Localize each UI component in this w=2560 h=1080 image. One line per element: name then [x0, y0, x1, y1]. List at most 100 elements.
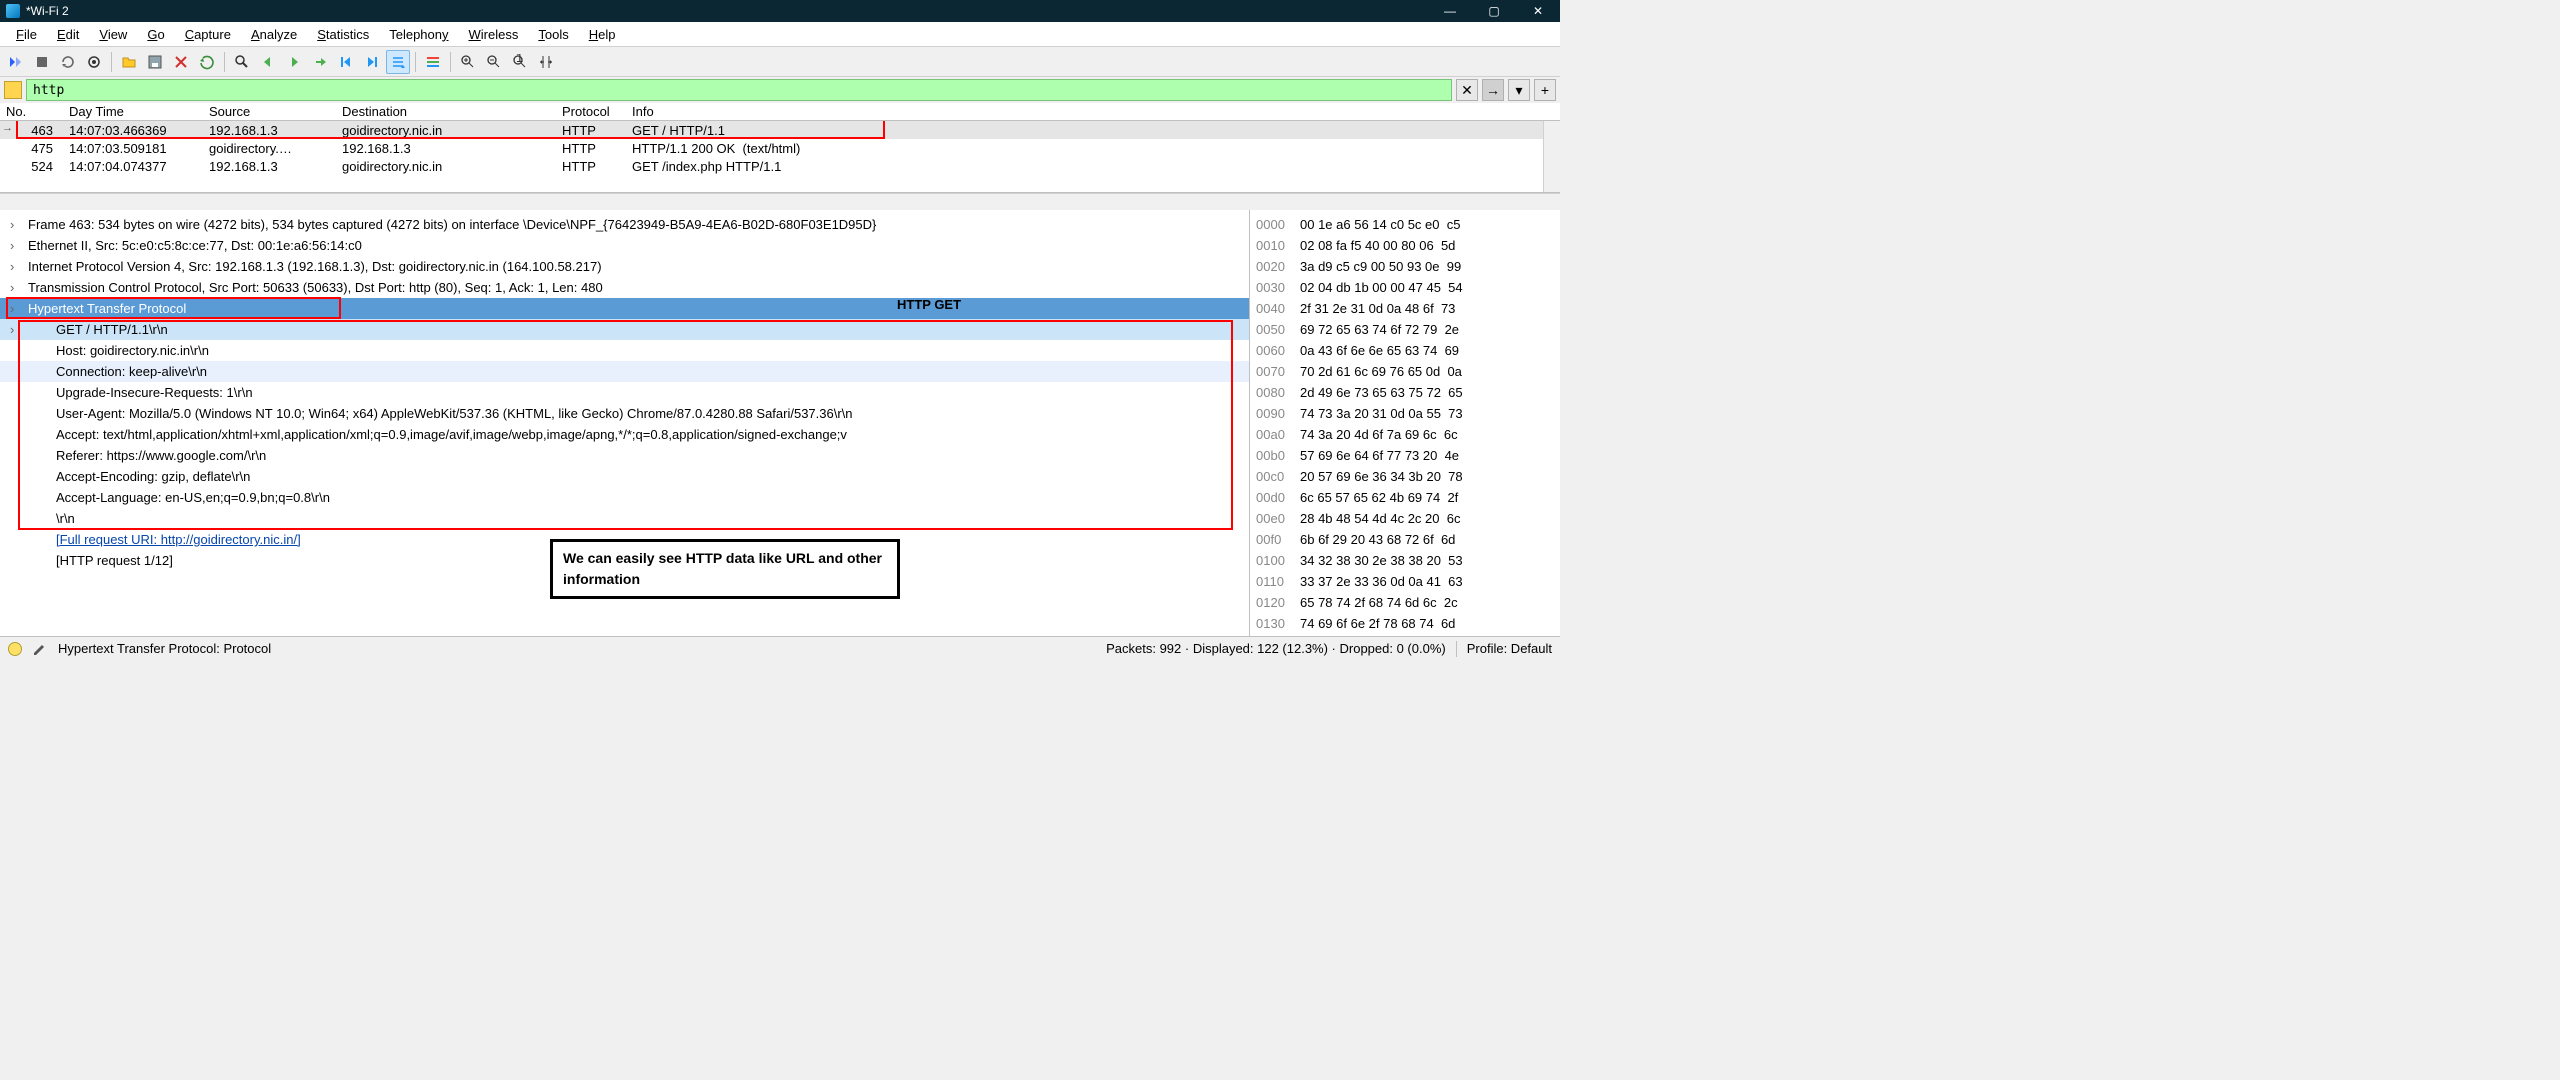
packet-list[interactable]: → 463 14:07:03.466369 192.168.1.3 goidir…	[0, 121, 1560, 193]
go-last-button[interactable]	[360, 50, 384, 74]
minimize-button[interactable]: —	[1428, 0, 1472, 22]
packet-bytes-pane[interactable]: 000000 1e a6 56 14 c0 5c e0 c5001002 08 …	[1250, 210, 1560, 636]
details-ethernet[interactable]: Ethernet II, Src: 5c:e0:c5:8c:ce:77, Dst…	[0, 235, 1249, 256]
details-http-line[interactable]: Upgrade-Insecure-Requests: 1\r\n	[0, 382, 1249, 403]
details-ip[interactable]: Internet Protocol Version 4, Src: 192.16…	[0, 256, 1249, 277]
maximize-button[interactable]: ▢	[1472, 0, 1516, 22]
menu-capture[interactable]: Capture	[175, 22, 241, 46]
hex-row[interactable]: 011033 37 2e 33 36 0d 0a 41 63	[1256, 571, 1554, 592]
reload-button[interactable]	[195, 50, 219, 74]
details-http-line[interactable]: Connection: keep-alive\r\n	[0, 361, 1249, 382]
packet-row[interactable]: 475 14:07:03.509181 goidirectory.… 192.1…	[0, 139, 1560, 157]
menu-view[interactable]: View	[89, 22, 137, 46]
toolbar: 1	[0, 47, 1560, 77]
menu-help[interactable]: Help	[579, 22, 626, 46]
details-tcp[interactable]: Transmission Control Protocol, Src Port:…	[0, 277, 1249, 298]
resize-columns-button[interactable]	[534, 50, 558, 74]
save-file-button[interactable]	[143, 50, 167, 74]
hex-row[interactable]: 013074 69 6f 6e 2f 78 68 74 6d	[1256, 613, 1554, 634]
hex-row[interactable]: 005069 72 65 63 74 6f 72 79 2e	[1256, 319, 1554, 340]
auto-scroll-button[interactable]	[386, 50, 410, 74]
details-http-get[interactable]: GET / HTTP/1.1\r\n	[0, 319, 1249, 340]
details-http-header[interactable]: Hypertext Transfer Protocol	[0, 298, 1249, 319]
packet-details-pane[interactable]: Frame 463: 534 bytes on wire (4272 bits)…	[0, 210, 1250, 636]
find-button[interactable]	[230, 50, 254, 74]
hex-row[interactable]: 00e028 4b 48 54 4d 4c 2c 20 6c	[1256, 508, 1554, 529]
start-capture-button[interactable]	[4, 50, 28, 74]
add-filter-button[interactable]: +	[1534, 79, 1556, 101]
expert-info-icon[interactable]	[8, 642, 22, 656]
packet-list-header[interactable]: No. Day Time Source Destination Protocol…	[0, 103, 1560, 121]
menu-go[interactable]: Go	[137, 22, 174, 46]
menu-statistics[interactable]: Statistics	[307, 22, 379, 46]
hex-row[interactable]: 010034 32 38 30 2e 38 38 20 53	[1256, 550, 1554, 571]
menu-analyze[interactable]: Analyze	[241, 22, 307, 46]
go-forward-button[interactable]	[282, 50, 306, 74]
filter-bar: ✕ → ▾ +	[0, 77, 1560, 103]
menu-tools[interactable]: Tools	[528, 22, 578, 46]
go-to-packet-button[interactable]	[308, 50, 332, 74]
menu-wireless[interactable]: Wireless	[459, 22, 529, 46]
details-http-line[interactable]: Accept-Language: en-US,en;q=0.9,bn;q=0.8…	[0, 487, 1249, 508]
hex-row[interactable]: 000000 1e a6 56 14 c0 5c e0 c5	[1256, 214, 1554, 235]
hex-row[interactable]: 00d06c 65 57 65 62 4b 69 74 2f	[1256, 487, 1554, 508]
colorize-button[interactable]	[421, 50, 445, 74]
details-http-line[interactable]: Referer: https://www.google.com/\r\n	[0, 445, 1249, 466]
hex-row[interactable]: 007070 2d 61 6c 69 76 65 0d 0a	[1256, 361, 1554, 382]
hex-row[interactable]: 009074 73 3a 20 31 0d 0a 55 73	[1256, 403, 1554, 424]
menu-telephony[interactable]: Telephony	[379, 22, 458, 46]
filter-history-button[interactable]: ▾	[1508, 79, 1530, 101]
restart-capture-button[interactable]	[56, 50, 80, 74]
hex-row[interactable]: 00f06b 6f 29 20 43 68 72 6f 6d	[1256, 529, 1554, 550]
hex-row[interactable]: 00a074 3a 20 4d 6f 7a 69 6c 6c	[1256, 424, 1554, 445]
packet-list-container: No. Day Time Source Destination Protocol…	[0, 103, 1560, 210]
status-profile-text[interactable]: Profile: Default	[1467, 641, 1552, 656]
hex-row[interactable]: 00c020 57 69 6e 36 34 3b 20 78	[1256, 466, 1554, 487]
hex-row[interactable]: 00600a 43 6f 6e 6e 65 63 74 69	[1256, 340, 1554, 361]
hex-row[interactable]: 00402f 31 2e 31 0d 0a 48 6f 73	[1256, 298, 1554, 319]
edit-icon[interactable]	[32, 641, 48, 657]
filter-bookmark-icon[interactable]	[4, 81, 22, 99]
zoom-reset-button[interactable]: 1	[508, 50, 532, 74]
menu-file[interactable]: File	[6, 22, 47, 46]
hex-row[interactable]: 001002 08 fa f5 40 00 80 06 5d	[1256, 235, 1554, 256]
hex-row[interactable]: 00802d 49 6e 73 65 63 75 72 65	[1256, 382, 1554, 403]
hex-row[interactable]: 014070 70 6c 69 63 61 74 69 6f	[1256, 634, 1554, 636]
column-time[interactable]: Day Time	[63, 104, 203, 119]
close-file-button[interactable]	[169, 50, 193, 74]
column-destination[interactable]: Destination	[336, 104, 556, 119]
details-http-line[interactable]: \r\n	[0, 508, 1249, 529]
packet-list-vscroll[interactable]	[1543, 121, 1560, 192]
column-info[interactable]: Info	[626, 104, 1560, 119]
capture-options-button[interactable]	[82, 50, 106, 74]
packet-list-hscroll[interactable]	[0, 193, 1560, 210]
zoom-out-button[interactable]	[482, 50, 506, 74]
status-left-text: Hypertext Transfer Protocol: Protocol	[58, 641, 271, 656]
zoom-in-button[interactable]	[456, 50, 480, 74]
hex-row[interactable]: 00b057 69 6e 64 6f 77 73 20 4e	[1256, 445, 1554, 466]
close-button[interactable]: ✕	[1516, 0, 1560, 22]
apply-filter-button[interactable]: →	[1482, 79, 1504, 101]
clear-filter-button[interactable]: ✕	[1456, 79, 1478, 101]
packet-row[interactable]: 463 14:07:03.466369 192.168.1.3 goidirec…	[0, 121, 1560, 139]
stop-capture-button[interactable]	[30, 50, 54, 74]
packet-row[interactable]: 524 14:07:04.074377 192.168.1.3 goidirec…	[0, 157, 1560, 175]
go-back-button[interactable]	[256, 50, 280, 74]
details-http-line[interactable]: Accept-Encoding: gzip, deflate\r\n	[0, 466, 1249, 487]
column-no[interactable]: No.	[0, 104, 63, 119]
open-file-button[interactable]	[117, 50, 141, 74]
hex-row[interactable]: 012065 78 74 2f 68 74 6d 6c 2c	[1256, 592, 1554, 613]
menu-edit[interactable]: Edit	[47, 22, 89, 46]
details-http-line[interactable]: Host: goidirectory.nic.in\r\n	[0, 340, 1249, 361]
go-first-button[interactable]	[334, 50, 358, 74]
column-source[interactable]: Source	[203, 104, 336, 119]
svg-text:1: 1	[516, 54, 523, 65]
display-filter-input[interactable]	[26, 79, 1452, 101]
hex-row[interactable]: 00203a d9 c5 c9 00 50 93 0e 99	[1256, 256, 1554, 277]
column-protocol[interactable]: Protocol	[556, 104, 626, 119]
hex-row[interactable]: 003002 04 db 1b 00 00 47 45 54	[1256, 277, 1554, 298]
details-frame[interactable]: Frame 463: 534 bytes on wire (4272 bits)…	[0, 214, 1249, 235]
details-http-line[interactable]: User-Agent: Mozilla/5.0 (Windows NT 10.0…	[0, 403, 1249, 424]
annotation-http-get-label: HTTP GET	[897, 294, 961, 315]
details-http-line[interactable]: Accept: text/html,application/xhtml+xml,…	[0, 424, 1249, 445]
